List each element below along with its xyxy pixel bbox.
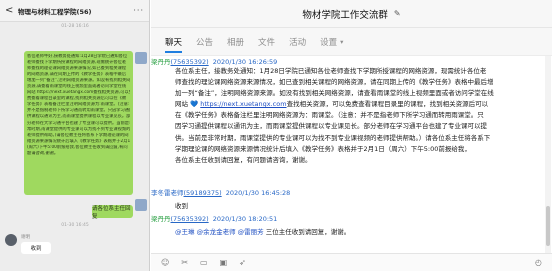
message-time: 2020/1/30 16:45:28 xyxy=(225,189,291,197)
message-line: 各位系主任收到请回复，有问题请咨询，谢谢。 xyxy=(175,155,312,164)
message-body: @王琳 @余龙金老师 @雷丽芳 三位主任收到请回复，谢谢。 xyxy=(175,227,535,238)
smile-icon[interactable]: ☺ xyxy=(161,258,169,267)
more-options-icon[interactable]: ··· xyxy=(133,6,144,15)
avatar[interactable] xyxy=(135,52,147,64)
scrollbar-thumb[interactable] xyxy=(546,206,550,246)
tab-files[interactable]: 文件 xyxy=(258,31,275,53)
sender-id[interactable]: (59189375) xyxy=(184,189,222,197)
message-line: 师查找的理论课网络资源来源情况，如已查到相关课程的网络资源，请在同期上传的《教学… xyxy=(175,78,494,87)
rocket-icon[interactable]: ➶ xyxy=(239,258,246,267)
message-body: 各位系主任，接教务处通知：1月28日学院已通知各位老师查找下学期所授课程的网络资… xyxy=(175,66,535,166)
phone-message-line: 络资源来源情况统计后填入《教学任务》表格并于2月1日 xyxy=(27,138,130,144)
phone-timestamp: 01-28 16:16 xyxy=(61,24,89,29)
sender-name[interactable]: 梁丹丹 xyxy=(151,215,171,223)
mention[interactable]: @雷丽芳 xyxy=(238,228,264,236)
message-body: 收到 xyxy=(175,202,188,210)
message-line: 各位系主任，接教务处通知：1月28日学院已通知各位老师查找下学期所授课程的网络资… xyxy=(175,67,487,75)
message-line: 加一列“备注”，注明网络资源来源。如没有找到相关网络资源，请查看雨课堂的线上视频… xyxy=(175,89,494,98)
message-time: 2020/1/30 16:26:59 xyxy=(212,58,278,66)
message-line: 因学习通提供课程以通讯为主，而雨课堂提供课程以专业课见长。部分老师在学习通平台也… xyxy=(175,122,487,131)
phone-message-line: 老师提供帮助。)请各位教主任将各系下学期理论课的网 xyxy=(27,132,129,138)
message-line: 供。当前是非常时期，雨课堂提供的专业课可以为找不到专业课视频的老师提供帮助。）请… xyxy=(175,133,491,142)
mention[interactable]: @余龙金老师 xyxy=(197,228,236,236)
external-link[interactable]: https://next.xuetangx.com xyxy=(200,100,286,108)
tab-settings[interactable]: 设置 xyxy=(320,31,337,53)
sender-id[interactable]: (75635392) xyxy=(171,215,209,223)
message-text: 查找相关资源，可以免费查看课程目录里的课程，找到相关资源后可以 xyxy=(286,100,489,109)
phone-message-line: 分老师在大学习通平台也建了专业课可以提供。当前是非 xyxy=(27,120,130,126)
phone-short-message-bubble: 请各位系主任回复 xyxy=(92,205,133,220)
message-text: 网站 xyxy=(175,100,188,109)
scissors-icon[interactable]: ✂ xyxy=(181,258,188,267)
group-chat-window: 物材学院工作交流群 ✎ 聊天 公告 相册 文件 活动 设置 ▾ 梁丹丹(7563… xyxy=(151,0,552,271)
message-header: 梁丹丹(75635392) 2020/1/30 18:20:51 xyxy=(151,213,277,223)
sender-name[interactable]: 李冬雷老师 xyxy=(151,189,184,197)
message-list: 梁丹丹(75635392) 2020/1/30 16:26:59 各位系主任，接… xyxy=(151,56,544,253)
phone-message-line: (周六)下午5:00前报给我,各位教主任收到请回复,有问 xyxy=(27,144,128,150)
phone-long-message-bubble: 各位老师午好,接教务处通知:1月28日学院已通知各位 老师查找下学期所授课程的网络… xyxy=(24,51,133,195)
window-titlebar: 物材学院工作交流群 ✎ xyxy=(151,0,552,28)
heart-emoji-icon: 💙 xyxy=(190,100,199,109)
tab-bar: 聊天 公告 相册 文件 活动 设置 ▾ xyxy=(151,28,552,56)
avatar[interactable] xyxy=(135,199,147,211)
phone-message-line: 供课程以通讯为主,而雨课堂提供课程以专业课见长。部 xyxy=(27,114,130,120)
phone-message-line: 题请咨询,谢谢。 xyxy=(27,150,59,156)
message-line: 学期理论课的网络资源来源情况统计后填入《教学任务》表格并于2月1日（周六）下午5… xyxy=(175,144,471,153)
chevron-down-icon[interactable]: ▾ xyxy=(340,38,343,46)
folder-icon[interactable]: ▭ xyxy=(200,258,208,267)
avatar[interactable] xyxy=(5,234,17,246)
phone-timestamp: 01-30 16:45 xyxy=(61,223,89,228)
tab-announcements[interactable]: 公告 xyxy=(196,31,213,53)
group-name: 物材学院工作交流群 xyxy=(302,9,388,21)
tab-album[interactable]: 相册 xyxy=(227,31,244,53)
phone-chat-header: < 物理与材料工程学院(56) ··· xyxy=(0,0,149,22)
phone-message-line: 常时期,雨课堂提供的专业课可以为找不到专业课视频的 xyxy=(27,126,130,132)
sender-name[interactable]: 梁丹丹 xyxy=(151,58,171,66)
mention[interactable]: @王琳 xyxy=(175,228,195,236)
input-toolbar: ☺ ✂ ▭ ▣ ➶ ◴ xyxy=(151,253,552,271)
edit-pencil-icon[interactable]: ✎ xyxy=(394,9,401,18)
phone-chat-title: 物理与材料工程学院(56) xyxy=(18,7,92,16)
phone-chat-screenshot: < 物理与材料工程学院(56) ··· 01-28 16:16 各位老师午好,接… xyxy=(0,0,150,271)
image-icon[interactable]: ▣ xyxy=(220,258,228,267)
tab-activities[interactable]: 活动 xyxy=(289,31,306,53)
scrollbar[interactable] xyxy=(545,56,551,253)
phone-reply-bubble: 收到 xyxy=(21,242,51,254)
sender-id[interactable]: (75635392) xyxy=(171,58,209,66)
phone-sender-name: 谢明 xyxy=(21,235,30,240)
message-header: 李冬雷老师(59189375) 2020/1/30 16:45:28 xyxy=(151,187,290,197)
message-line: 在《教学任务》表格备注栏里注明网络资源为：雨课堂。（注意：并不是指老师下所学习通… xyxy=(175,111,484,120)
screenshot-icon[interactable]: ◴ xyxy=(535,258,542,267)
message-text: 三位主任收到请回复，谢谢。 xyxy=(263,228,351,236)
message-header: 梁丹丹(75635392) 2020/1/30 16:26:59 xyxy=(151,56,277,66)
message-time: 2020/1/30 18:20:51 xyxy=(212,215,278,223)
tab-chat[interactable]: 聊天 xyxy=(165,31,183,53)
back-arrow-icon[interactable]: < xyxy=(5,5,15,16)
message-line: 网站 💙 https://next.xuetangx.com查找相关资源，可以免… xyxy=(175,99,535,110)
